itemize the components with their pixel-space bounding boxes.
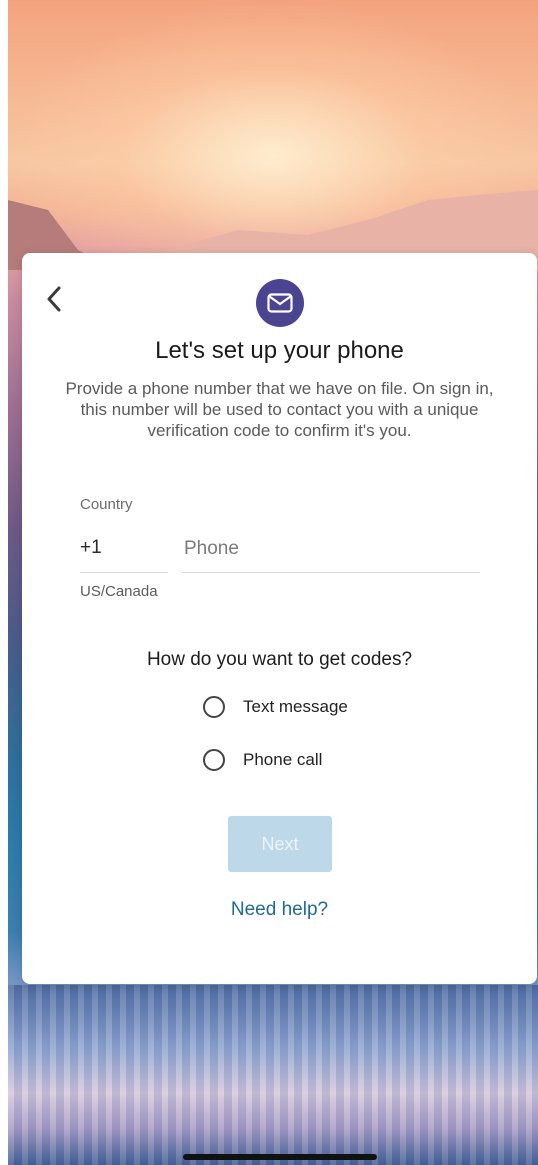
country-label: Country: [80, 496, 133, 513]
radio-button[interactable]: [203, 749, 225, 771]
need-help-link[interactable]: Need help?: [22, 899, 537, 921]
envelope-icon: [267, 293, 293, 313]
option-text-message[interactable]: Text message: [203, 696, 348, 718]
page-title: Let's set up your phone: [155, 337, 404, 364]
country-name: US/Canada: [80, 583, 158, 600]
delivery-question: How do you want to get codes?: [146, 649, 413, 670]
home-indicator: [183, 1154, 377, 1160]
option-label: Phone call: [243, 750, 323, 769]
radio-button[interactable]: [203, 696, 225, 718]
back-button[interactable]: [40, 283, 68, 315]
option-label: Text message: [243, 697, 348, 716]
phone-input[interactable]: [182, 533, 480, 573]
setup-card: Let's set up your phone Provide a phone …: [22, 253, 537, 984]
lake-reflection: [8, 985, 538, 1165]
next-button[interactable]: Next: [228, 816, 332, 872]
chevron-left-icon: [47, 286, 61, 312]
option-phone-call[interactable]: Phone call: [203, 749, 322, 771]
page-description: Provide a phone number that we have on f…: [65, 379, 494, 440]
country-code-select[interactable]: +1: [80, 533, 168, 573]
mail-badge: [256, 279, 304, 327]
